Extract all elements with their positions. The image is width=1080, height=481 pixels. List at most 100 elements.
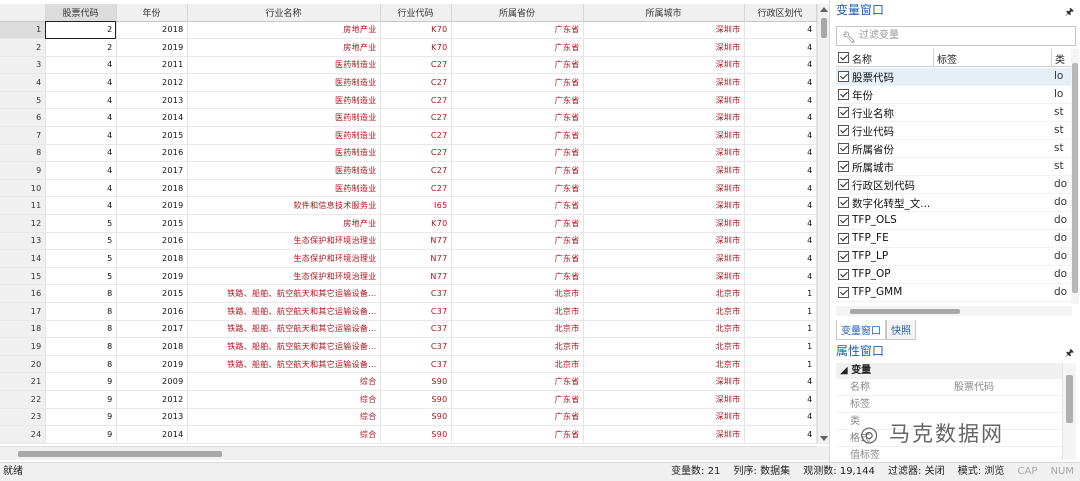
table-cell[interactable]: 北京市 (451, 284, 584, 303)
table-cell[interactable]: 9 (45, 425, 117, 444)
table-cell[interactable]: C27 (380, 108, 452, 128)
scroll-thumb[interactable] (1072, 63, 1078, 293)
table-cell[interactable]: 深圳市 (583, 108, 745, 128)
table-cell[interactable]: 广东省 (451, 372, 584, 391)
table-cell[interactable]: 2019 (116, 355, 188, 374)
table-cell[interactable]: 综合 (187, 390, 381, 409)
variable-row[interactable]: 股票代码 lo (836, 68, 1072, 86)
table-row[interactable]: 3 4 2011 医药制造业 C27 广东省 深圳市 4 (0, 56, 817, 75)
table-cell[interactable]: 5 (45, 232, 117, 251)
table-cell[interactable]: 2018 (116, 179, 188, 198)
table-cell[interactable]: 5 (45, 249, 117, 268)
table-cell[interactable]: C37 (380, 284, 452, 303)
table-cell[interactable]: 4 (744, 179, 817, 198)
table-cell[interactable]: 1 (744, 355, 817, 374)
table-cell[interactable]: 8 (45, 337, 117, 356)
table-row[interactable]: 13 5 2016 生态保护和环境治理业 N77 广东省 深圳市 4 (0, 232, 817, 251)
table-cell[interactable]: 2012 (116, 390, 188, 409)
table-cell[interactable]: 医药制造业 (187, 144, 381, 163)
variable-filter-input[interactable]: 🔧︎ 过滤变量 (836, 26, 1076, 46)
table-cell[interactable]: 广东省 (451, 232, 584, 251)
table-cell[interactable]: 北京市 (451, 337, 584, 356)
variable-row[interactable]: 所属省份 st (836, 140, 1072, 158)
table-cell[interactable]: 4 (744, 408, 817, 427)
table-cell[interactable]: 1 (744, 302, 817, 321)
variable-row[interactable]: TFP_FE do (836, 230, 1072, 248)
table-cell[interactable]: 2014 (116, 425, 188, 444)
variable-row[interactable]: TFP_OP do (836, 266, 1072, 284)
table-cell[interactable]: 8 (45, 355, 117, 374)
table-cell[interactable]: 4 (744, 91, 817, 110)
table-cell[interactable]: C27 (380, 73, 452, 92)
table-cell[interactable]: S90 (380, 390, 452, 409)
table-cell[interactable]: 医药制造业 (187, 161, 381, 180)
table-row[interactable]: 17 8 2016 铁路、船舶、航空航天和其它运输设备… C37 北京市 北京市 1 (0, 302, 817, 321)
table-cell[interactable]: 4 (744, 126, 817, 145)
table-cell[interactable]: C37 (380, 337, 452, 356)
tab-snapshots[interactable]: 快照 (886, 320, 916, 340)
table-cell[interactable]: S90 (380, 372, 452, 391)
table-cell[interactable]: 深圳市 (583, 267, 745, 286)
table-cell[interactable]: 2019 (116, 38, 188, 57)
table-cell[interactable]: 4 (744, 390, 817, 409)
property-group[interactable]: ◢ 变量 (836, 363, 1062, 379)
variable-row[interactable]: 所属城市 st (836, 158, 1072, 176)
table-cell[interactable]: 9 (45, 390, 117, 409)
table-cell[interactable]: K70 (380, 214, 452, 233)
data-grid[interactable]: 股票代码 年份 行业名称 行业代码 所属省份 所属城市 行政区划代 1 2 2018… (0, 0, 830, 462)
table-cell[interactable]: 医药制造业 (187, 126, 381, 145)
table-cell[interactable]: 软件和信息技术服务业 (187, 196, 381, 216)
table-cell[interactable]: 铁路、船舶、航空航天和其它运输设备… (187, 302, 381, 321)
table-cell[interactable]: 4 (744, 232, 817, 251)
row-number[interactable]: 7 (0, 126, 46, 145)
data-table[interactable]: 股票代码 年份 行业名称 行业代码 所属省份 所属城市 行政区划代 1 2 2018… (0, 4, 817, 444)
table-cell[interactable]: N77 (380, 249, 452, 268)
scroll-down-icon[interactable] (820, 436, 828, 441)
table-cell[interactable]: 深圳市 (583, 73, 745, 92)
property-row[interactable]: 标签 (836, 396, 1062, 413)
table-cell[interactable]: 4 (744, 425, 817, 444)
table-cell[interactable]: 广东省 (451, 408, 584, 427)
table-cell[interactable]: N77 (380, 267, 452, 286)
row-number[interactable]: 14 (0, 249, 46, 268)
row-number[interactable]: 18 (0, 320, 46, 339)
table-cell[interactable]: 深圳市 (583, 425, 745, 444)
table-cell[interactable]: 2018 (116, 249, 188, 268)
row-number[interactable]: 22 (0, 390, 46, 409)
table-cell[interactable]: 北京市 (583, 284, 745, 303)
table-cell[interactable]: 广东省 (451, 179, 584, 198)
table-cell[interactable]: 综合 (187, 425, 381, 444)
row-number[interactable]: 9 (0, 161, 46, 180)
table-cell[interactable]: 2013 (116, 91, 188, 110)
row-number[interactable]: 1 (0, 21, 46, 40)
variable-checkbox[interactable] (838, 143, 849, 154)
variable-row[interactable]: 行业代码 st (836, 122, 1072, 140)
table-cell[interactable]: 深圳市 (583, 21, 745, 40)
table-cell[interactable]: 1 (744, 337, 817, 356)
table-row[interactable]: 11 4 2019 软件和信息技术服务业 I65 广东省 深圳市 4 (0, 196, 817, 216)
table-row[interactable]: 12 5 2015 房地产业 K70 广东省 深圳市 4 (0, 214, 817, 233)
variable-row[interactable]: 年份 lo (836, 86, 1072, 104)
table-cell[interactable]: K70 (380, 38, 452, 57)
table-cell[interactable]: 铁路、船舶、航空航天和其它运输设备… (187, 320, 381, 339)
variable-checkbox[interactable] (838, 233, 849, 244)
scroll-thumb[interactable] (18, 451, 222, 457)
table-cell[interactable]: 4 (45, 144, 117, 163)
table-cell[interactable]: 2019 (116, 267, 188, 286)
table-cell[interactable]: 铁路、船舶、航空航天和其它运输设备… (187, 284, 381, 303)
table-cell[interactable]: C27 (380, 144, 452, 163)
table-cell[interactable]: 铁路、船舶、航空航天和其它运输设备… (187, 337, 381, 356)
table-cell[interactable]: 4 (744, 214, 817, 233)
row-number[interactable]: 4 (0, 73, 46, 92)
property-row[interactable]: 名称 股票代码 (836, 379, 1062, 396)
table-cell[interactable]: 2016 (116, 302, 188, 321)
row-number[interactable]: 17 (0, 302, 46, 321)
table-row[interactable]: 10 4 2018 医药制造业 C27 广东省 深圳市 4 (0, 179, 817, 198)
table-row[interactable]: 9 4 2017 医药制造业 C27 广东省 深圳市 4 (0, 161, 817, 180)
column-divider[interactable] (933, 49, 934, 67)
variable-list-scrollbar[interactable] (1071, 49, 1079, 304)
table-cell[interactable]: 2 (45, 21, 117, 40)
table-cell[interactable]: 广东省 (451, 73, 584, 92)
table-row[interactable]: 16 8 2015 铁路、船舶、航空航天和其它运输设备… C37 北京市 北京市 1 (0, 284, 817, 303)
row-number-header[interactable] (0, 4, 46, 22)
